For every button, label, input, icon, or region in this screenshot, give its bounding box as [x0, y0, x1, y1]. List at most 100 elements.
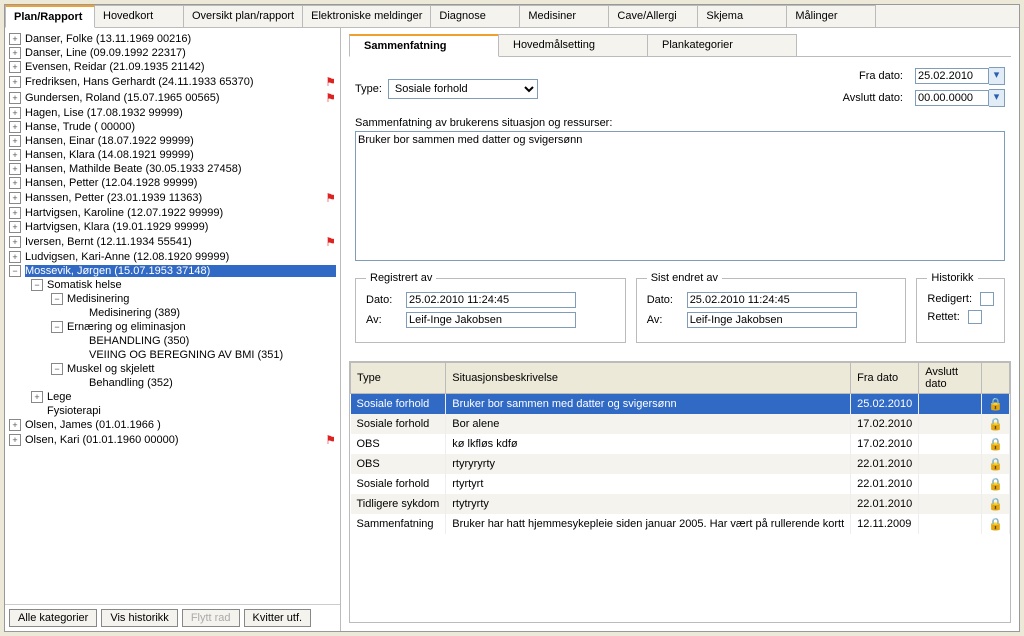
table-row[interactable]: Sosiale forholdBruker bor sammen med dat…	[351, 394, 1010, 415]
tree-item[interactable]: +Iversen, Bernt (12.11.1934 55541)⚑	[7, 234, 338, 250]
column-header[interactable]	[982, 363, 1010, 394]
tree-item[interactable]: +Lege	[7, 390, 338, 404]
edited-checkbox[interactable]	[980, 292, 994, 306]
expand-icon[interactable]: −	[51, 293, 63, 305]
table-row[interactable]: Tidligere sykdomrtytryrty22.01.2010🔒	[351, 494, 1010, 514]
expand-icon[interactable]: +	[9, 107, 21, 119]
expand-icon[interactable]: +	[9, 33, 21, 45]
main-tab-medisiner[interactable]: Medisiner	[519, 5, 609, 27]
expand-icon[interactable]: +	[9, 92, 21, 104]
summary-textarea-label: Sammenfatning av brukerens situasjon og …	[355, 117, 1005, 129]
tree-item[interactable]: +Hagen, Lise (17.08.1932 99999)	[7, 106, 338, 120]
end-date-label: Avslutt dato:	[843, 92, 903, 104]
flag-icon: ⚑	[325, 75, 336, 89]
column-header[interactable]: Situasjonsbeskrivelse	[446, 363, 851, 394]
main-tab-skjema[interactable]: Skjema	[697, 5, 787, 27]
summary-table[interactable]: TypeSituasjonsbeskrivelseFra datoAvslutt…	[350, 362, 1010, 534]
tree-item[interactable]: −Somatisk helse	[7, 278, 338, 292]
expand-icon[interactable]: +	[9, 47, 21, 59]
expand-icon[interactable]: +	[9, 163, 21, 175]
from-date-input[interactable]	[915, 68, 989, 84]
expand-icon[interactable]: −	[31, 279, 43, 291]
tree-item[interactable]: Fysioterapi	[7, 404, 338, 418]
tree-item[interactable]: Medisinering (389)	[7, 306, 338, 320]
expand-icon[interactable]: +	[9, 419, 21, 431]
tree-item[interactable]: +Olsen, James (01.01.1966 )	[7, 418, 338, 432]
tree-item[interactable]: BEHANDLING (350)	[7, 334, 338, 348]
tree-item[interactable]: +Hanse, Trude ( 00000)	[7, 120, 338, 134]
table-row[interactable]: OBSrtyryryrty22.01.2010🔒	[351, 454, 1010, 474]
tree-item[interactable]: −Mossevik, Jørgen (15.07.1953 37148)	[7, 264, 338, 278]
expand-icon[interactable]: +	[9, 221, 21, 233]
expand-icon[interactable]: +	[9, 135, 21, 147]
tree-item[interactable]: +Hartvigsen, Karoline (12.07.1922 99999)	[7, 206, 338, 220]
table-row[interactable]: OBS kø lkfløs kdfø17.02.2010🔒	[351, 434, 1010, 454]
main-tab-cave-allergi[interactable]: Cave/Allergi	[608, 5, 698, 27]
tree-item[interactable]: −Ernæring og eliminasjon	[7, 320, 338, 334]
column-header[interactable]: Fra dato	[851, 363, 919, 394]
table-cell	[919, 514, 982, 534]
tree-item[interactable]: −Muskel og skjelett	[7, 362, 338, 376]
table-cell: rtyryryrty	[446, 454, 851, 474]
tree-item-label: Hansen, Petter (12.04.1928 99999)	[25, 177, 336, 189]
expand-icon[interactable]: +	[31, 391, 43, 403]
lock-icon: 🔒	[988, 457, 1003, 471]
sub-tab-sammenfatning[interactable]: Sammenfatning	[349, 34, 499, 57]
patient-tree[interactable]: +Danser, Folke (13.11.1969 00216)+Danser…	[5, 28, 340, 604]
reg-by-label: Av:	[366, 314, 400, 326]
main-tab-oversikt-plan-rapport[interactable]: Oversikt plan/rapport	[183, 5, 303, 27]
tree-item[interactable]: +Hartvigsen, Klara (19.01.1929 99999)	[7, 220, 338, 234]
expand-icon[interactable]: +	[9, 236, 21, 248]
expand-icon[interactable]: +	[9, 61, 21, 73]
main-tab-plan-rapport[interactable]: Plan/Rapport	[5, 5, 95, 28]
table-row[interactable]: Sosiale forholdrtyrtyrt22.01.2010🔒	[351, 474, 1010, 494]
tree-item[interactable]: +Ludvigsen, Kari-Anne (12.08.1920 99999)	[7, 250, 338, 264]
tree-item[interactable]: +Gundersen, Roland (15.07.1965 00565)⚑	[7, 90, 338, 106]
tree-item-label: Hansen, Mathilde Beate (30.05.1933 27458…	[25, 163, 336, 175]
tree-item[interactable]: VEIING OG BEREGNING AV BMI (351)	[7, 348, 338, 362]
from-date-dropdown-icon[interactable]: ▾	[989, 67, 1005, 85]
expand-icon[interactable]: +	[9, 434, 21, 446]
column-header[interactable]: Avslutt dato	[919, 363, 982, 394]
expand-icon[interactable]: +	[9, 177, 21, 189]
expand-icon[interactable]: −	[51, 363, 63, 375]
tree-item[interactable]: Behandling (352)	[7, 376, 338, 390]
end-date-input[interactable]	[915, 90, 989, 106]
all-categories-button[interactable]: Alle kategorier	[9, 609, 97, 627]
tree-item[interactable]: −Medisinering	[7, 292, 338, 306]
tree-item[interactable]: +Hansen, Einar (18.07.1922 99999)	[7, 134, 338, 148]
tree-item[interactable]: +Hanssen, Petter (23.01.1939 11363)⚑	[7, 190, 338, 206]
table-cell: rtytryrty	[446, 494, 851, 514]
sub-tab-hovedmålsetting[interactable]: Hovedmålsetting	[498, 34, 648, 56]
type-select[interactable]: Sosiale forhold	[388, 79, 538, 99]
show-history-button[interactable]: Vis historikk	[101, 609, 177, 627]
tree-item[interactable]: +Fredriksen, Hans Gerhardt (24.11.1933 6…	[7, 74, 338, 90]
expand-icon[interactable]: −	[9, 265, 21, 277]
summary-textarea[interactable]: Bruker bor sammen med datter og svigersø…	[355, 131, 1005, 261]
tree-item[interactable]: +Olsen, Kari (01.01.1960 00000)⚑	[7, 432, 338, 448]
main-tab-m-linger[interactable]: Målinger	[786, 5, 876, 27]
expand-icon[interactable]: +	[9, 207, 21, 219]
tree-item[interactable]: +Hansen, Klara (14.08.1921 99999)	[7, 148, 338, 162]
table-row[interactable]: SammenfatningBruker har hatt hjemmesykep…	[351, 514, 1010, 534]
expand-icon[interactable]: +	[9, 76, 21, 88]
column-header[interactable]: Type	[351, 363, 446, 394]
tree-item[interactable]: +Danser, Line (09.09.1992 22317)	[7, 46, 338, 60]
main-tab-elektroniske-meldinger[interactable]: Elektroniske meldinger	[302, 5, 431, 27]
acknowledge-button[interactable]: Kvitter utf.	[244, 609, 312, 627]
expand-icon[interactable]: +	[9, 251, 21, 263]
expand-icon[interactable]: −	[51, 321, 63, 333]
main-tab-diagnose[interactable]: Diagnose	[430, 5, 520, 27]
table-row[interactable]: Sosiale forholdBor alene17.02.2010🔒	[351, 414, 1010, 434]
tree-item[interactable]: +Evensen, Reidar (21.09.1935 21142)	[7, 60, 338, 74]
expand-icon[interactable]: +	[9, 192, 21, 204]
end-date-dropdown-icon[interactable]: ▾	[989, 89, 1005, 107]
corrected-checkbox[interactable]	[968, 310, 982, 324]
tree-item[interactable]: + Hansen, Mathilde Beate (30.05.1933 2745…	[7, 162, 338, 176]
main-tab-hovedkort[interactable]: Hovedkort	[94, 5, 184, 27]
expand-icon[interactable]: +	[9, 121, 21, 133]
expand-icon[interactable]: +	[9, 149, 21, 161]
tree-item[interactable]: +Danser, Folke (13.11.1969 00216)	[7, 32, 338, 46]
sub-tab-plankategorier[interactable]: Plankategorier	[647, 34, 797, 56]
tree-item[interactable]: + Hansen, Petter (12.04.1928 99999)	[7, 176, 338, 190]
